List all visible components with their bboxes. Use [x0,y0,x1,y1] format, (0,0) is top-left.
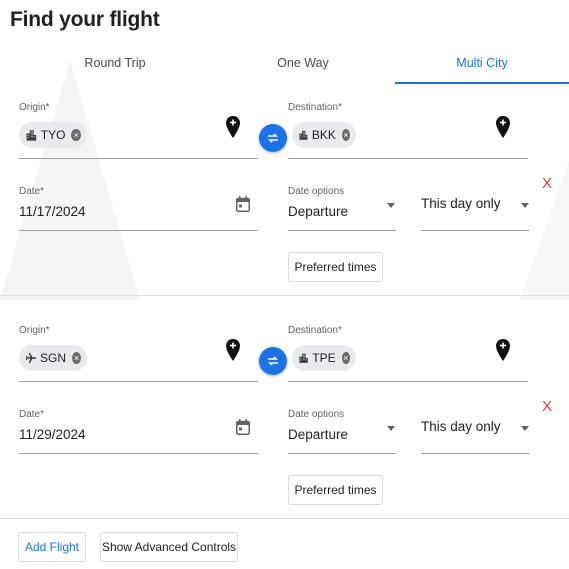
date-option-select[interactable]: Departure [288,427,348,442]
tab-one-way[interactable]: One Way [218,44,388,84]
tab-round-trip[interactable]: Round Trip [30,44,200,84]
calendar-icon[interactable] [236,196,250,212]
date-label: Date* [19,409,45,420]
origin-code: TYO [40,128,66,142]
date-label: Date* [19,186,45,197]
destination-label: Destination* [288,102,342,113]
clear-destination-icon[interactable]: × [341,352,350,364]
city-icon [299,353,308,363]
origin-label: Origin* [19,102,50,113]
flexibility-underline [421,230,529,231]
date-underline [19,453,258,454]
remove-leg-icon[interactable]: X [542,398,552,415]
destination-underline [288,381,528,382]
destination-code: BKK [311,128,336,142]
date-option-select[interactable]: Departure [288,204,348,219]
add-flight-button[interactable]: Add Flight [18,532,86,562]
leg-divider [0,295,569,296]
origin-underline [19,381,258,382]
date-options-label: Date options [288,409,345,420]
origin-chip[interactable]: TYO × [19,122,87,148]
destination-code: TPE [312,351,336,365]
city-icon [26,130,37,141]
origin-underline [19,158,258,159]
swap-icon [268,133,278,143]
calendar-icon[interactable] [236,419,250,435]
clear-origin-icon[interactable]: × [72,352,81,364]
trip-type-tabs: Round Trip One Way Multi City [0,44,569,84]
clear-destination-icon[interactable]: × [341,129,350,141]
chevron-down-icon[interactable] [521,426,529,431]
date-value[interactable]: 11/29/2024 [19,427,86,442]
date-option-underline [288,453,396,454]
airplane-icon [25,352,37,364]
chevron-down-icon[interactable] [521,203,529,208]
origin-chip[interactable]: SGN × [19,345,87,371]
flight-leg-2: Origin* SGN × Destination* TPE × Date* 1… [0,307,569,519]
remove-leg-icon[interactable]: X [542,175,552,192]
flight-leg-1: Origin* TYO × Destination* BKK × Date* 1… [0,84,569,296]
swap-button[interactable] [259,347,287,375]
date-options-label: Date options [288,186,345,197]
chevron-down-icon[interactable] [387,426,395,431]
leg-divider [0,518,569,519]
advanced-controls-button[interactable]: Show Advanced Controls [100,532,238,562]
preferred-times-button[interactable]: Preferred times [288,252,383,282]
flexibility-select[interactable]: This day only [421,196,501,211]
page-title: Find your flight [10,8,160,31]
location-pin-icon[interactable] [226,339,240,361]
date-option-underline [288,230,396,231]
destination-underline [288,158,528,159]
origin-label: Origin* [19,325,50,336]
tab-multi-city[interactable]: Multi City [395,44,569,84]
location-pin-icon[interactable] [496,116,510,138]
location-pin-icon[interactable] [496,339,510,361]
flexibility-underline [421,453,529,454]
chevron-down-icon[interactable] [387,203,395,208]
origin-code: SGN [39,351,66,365]
date-value[interactable]: 11/17/2024 [19,204,86,219]
date-underline [19,230,258,231]
destination-label: Destination* [288,325,342,336]
swap-button[interactable] [259,124,287,152]
city-icon [299,130,308,140]
swap-icon [268,356,278,366]
flexibility-select[interactable]: This day only [421,419,501,434]
clear-origin-icon[interactable]: × [71,129,81,141]
location-pin-icon[interactable] [226,116,240,138]
destination-chip[interactable]: BKK × [292,122,356,148]
destination-chip[interactable]: TPE × [292,345,356,371]
preferred-times-button[interactable]: Preferred times [288,475,383,505]
